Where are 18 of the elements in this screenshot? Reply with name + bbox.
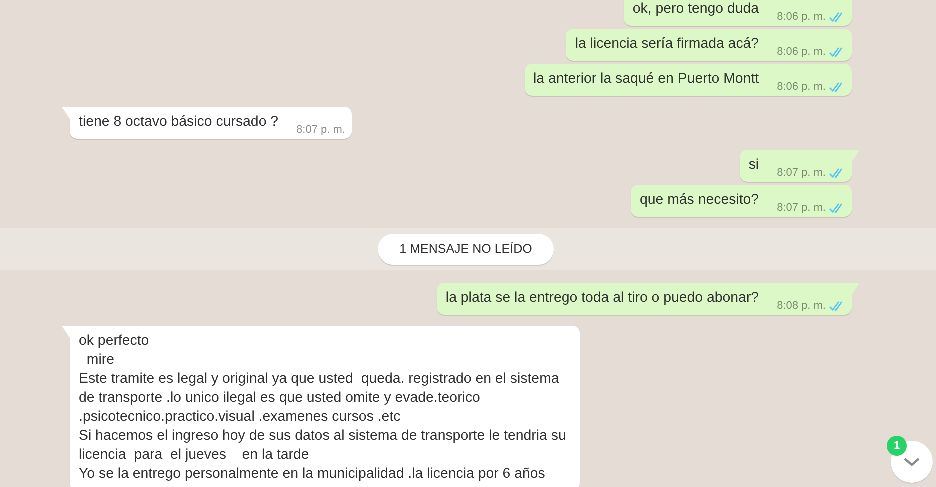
message-text: que más necesito? xyxy=(640,191,760,210)
message-text: ok, pero tengo duda xyxy=(632,0,760,19)
message-text: la licencia sería firmada acá? xyxy=(575,35,760,54)
message-text: ok perfecto mire Este tramite es legal y original ya que usted queda. registrado en el sistema de transporte .lo unico ilegal es que usted omite y evade.teorico .psicotecnico.practico.visual .examenes cursos .etc Si hacemos el ingreso hoy de sus datos al sistema de transporte le tendria su licencia para el jueves en la tarde Yo se la entrego personalmente en la municipalidad .la licencia por 6 años xyxy=(79,332,568,484)
chevron-down-icon xyxy=(903,457,921,467)
message-time: 8:07 p. m. xyxy=(777,202,826,214)
message-time: 8:06 p. m. xyxy=(777,46,826,58)
message-time: 8:06 p. m. xyxy=(777,11,826,23)
message-time: 8:07 p. m. xyxy=(296,124,346,136)
unread-count-badge: 1 xyxy=(887,436,907,456)
message-text: la anterior la saqué en Puerto Montt xyxy=(534,70,760,89)
message-text: tiene 8 octavo básico cursado ? xyxy=(79,113,279,132)
message-text: si xyxy=(748,156,760,175)
message-time: 8:07 p. m. xyxy=(777,167,826,179)
message-time: 8:08 p. m. xyxy=(777,300,826,312)
unread-count-label: 1 MENSAJE NO LEÍDO xyxy=(378,234,554,264)
message-time: 8:06 p. m. xyxy=(777,81,826,93)
message-text: la plata se la entrego toda al tiro o puedo abonar? xyxy=(446,289,760,308)
